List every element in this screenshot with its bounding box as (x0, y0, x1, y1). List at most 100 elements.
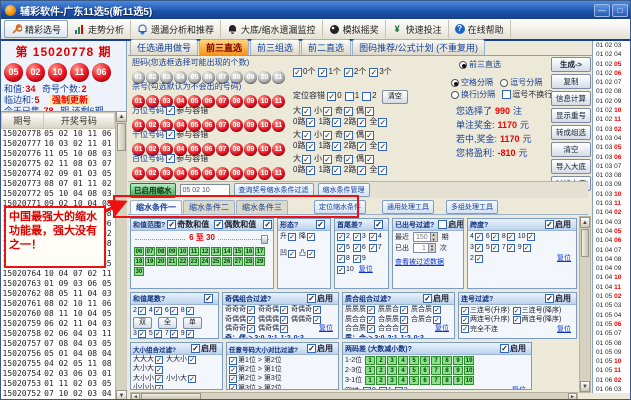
ratio-link-0:3[interactable]: 0:3 (414, 335, 424, 339)
result-combination[interactable]: 01 05 04 (596, 311, 631, 320)
scroll-down-icon[interactable]: ▼ (580, 381, 590, 392)
value-cell-9[interactable]: 9 (453, 376, 463, 385)
scroll-up-icon[interactable]: ▲ (580, 217, 590, 228)
show-duplicates-button[interactable]: 显示重号 (551, 108, 591, 123)
checkbox-enable[interactable]: 启用 (438, 219, 464, 230)
checkbox-1路[interactable]: 1路 (318, 164, 340, 176)
lottery-ball-09[interactable]: 09 (244, 167, 257, 180)
value-cell-5[interactable]: 5 (409, 376, 419, 385)
import-pool-button[interactable]: 导入大底 (551, 159, 591, 174)
value-cell-4[interactable]: 4 (398, 376, 408, 385)
result-combination[interactable]: 01 04 02 (596, 208, 631, 217)
checkbox-1[interactable]: 1 (379, 386, 392, 390)
checkbox-第2位 > 第3位[interactable]: 第2位 > 第3位 (229, 374, 282, 383)
reset-link[interactable]: 复位 (435, 325, 449, 334)
checkbox-0路[interactable]: 0路 (293, 116, 315, 128)
lottery-ball-02[interactable]: 02 (146, 167, 159, 180)
value-cell-26[interactable]: 26 (222, 257, 232, 266)
checkbox-全[interactable]: 全 (369, 164, 387, 176)
value-cell-17[interactable]: 17 (255, 247, 265, 256)
value-cell-09[interactable]: 09 (167, 247, 177, 256)
checkbox-3[interactable]: 3 (133, 329, 146, 339)
toolbar-button-online-help[interactable]: ? 在线帮助 (449, 20, 511, 38)
shrink-enabled-button[interactable]: 已启用缩水 (130, 183, 176, 198)
value-cell-7[interactable]: 7 (431, 366, 441, 375)
result-combination[interactable]: 01 05 10 (596, 357, 631, 366)
value-cell-18[interactable]: 18 (134, 257, 144, 266)
lottery-ball-07[interactable]: 07 (216, 95, 229, 108)
checkbox-三连号(升序)[interactable]: 三连号(升序) (461, 306, 510, 315)
ratio-link-1:2[interactable]: 1:2 (401, 335, 411, 339)
checkbox-合质质[interactable]: 合质质 (378, 316, 408, 325)
draw-history-row[interactable]: 1502077611 05 10 08 03 (2, 149, 115, 159)
maximize-button[interactable]: □ (612, 4, 628, 17)
scroll-down-icon[interactable]: ▼ (116, 390, 127, 400)
draw-history-row[interactable]: 1502077205 10 04 08 03 (2, 189, 115, 199)
lottery-ball-11[interactable]: 11 (272, 119, 285, 132)
checkbox-3个[interactable]: 3个 (369, 66, 391, 78)
checkbox-奇偶奇[interactable]: 奇偶奇 (291, 306, 321, 315)
checkbox-7[interactable]: 7 (165, 329, 178, 339)
lottery-ball-10[interactable]: 10 (258, 143, 271, 156)
checkbox-4[interactable]: 4 (369, 232, 382, 242)
value-cell-23[interactable]: 23 (189, 257, 199, 266)
clear-kill-button[interactable]: 清空 (382, 90, 408, 104)
checkbox-enable[interactable]: 启用 (545, 219, 571, 230)
tab-shrink-condition-2[interactable]: 缩水条件二 (183, 200, 235, 214)
odd-button[interactable]: 单 (183, 317, 202, 329)
checkbox-大小大[interactable]: 大小大 (133, 365, 163, 374)
checkbox-0[interactable]: 0 (363, 386, 376, 390)
lottery-ball-08[interactable]: 08 (230, 95, 243, 108)
lottery-ball-03[interactable]: 03 (160, 167, 173, 180)
checkbox-两连号(降序)[interactable]: 两连号(降序) (513, 315, 562, 324)
draw-history-row[interactable]: 1502077402 09 01 03 05 (2, 169, 115, 179)
value-cell-10[interactable]: 10 (178, 247, 188, 256)
checkbox-第3位 > 第2位[interactable]: 第3位 > 第2位 (229, 384, 282, 390)
checkbox-even-sum[interactable]: 偶数和值 (214, 219, 256, 230)
value-cell-3[interactable]: 3 (387, 376, 397, 385)
result-combination[interactable]: 01 02 03 (596, 41, 631, 50)
sum-range-slider[interactable]: 6 至 30 (135, 233, 269, 246)
checkbox-三连号(降序)[interactable]: 三连号(降序) (513, 306, 562, 315)
checkbox-1路[interactable]: 1路 (318, 140, 340, 152)
checkbox-0路[interactable]: 0路 (293, 140, 315, 152)
scroll-thumb[interactable] (581, 229, 589, 257)
checkbox-合合质[interactable]: 合合质 (345, 325, 375, 334)
value-cell-13[interactable]: 13 (211, 247, 221, 256)
draw-history-row[interactable]: 1502076410 04 07 02 11 (2, 269, 115, 279)
result-combination[interactable]: 01 03 10 (596, 190, 631, 199)
draw-history-row[interactable]: 1502075402 03 06 03 01 (2, 369, 115, 379)
value-cell-8[interactable]: 8 (442, 376, 452, 385)
checkbox-全[interactable]: 全 (369, 140, 387, 152)
checkbox-enable[interactable] (204, 294, 213, 303)
shrink-numbers-input[interactable]: 05 02 10 (180, 184, 230, 196)
result-combination[interactable]: 01 03 11 (596, 199, 631, 208)
tab-front2-direct[interactable]: 前二直选 (301, 39, 351, 55)
lottery-ball-01[interactable]: 01 (132, 167, 145, 180)
lottery-ball-06[interactable]: 06 (202, 167, 215, 180)
result-combination[interactable]: 01 05 07 (596, 329, 631, 338)
checkbox-enable[interactable]: 启用 (191, 343, 217, 354)
value-cell-30[interactable]: 30 (134, 267, 144, 276)
checkbox-偶偶奇[interactable]: 偶偶奇 (291, 316, 321, 325)
draw-history-row[interactable]: 1502075707 08 04 03 05 (2, 339, 115, 349)
checkbox-enable[interactable] (374, 220, 383, 229)
result-combination[interactable]: 01 02 05 (596, 60, 631, 69)
checkbox-偶偶偶[interactable]: 偶偶偶 (258, 316, 288, 325)
value-cell-21[interactable]: 21 (167, 257, 177, 266)
value-cell-19[interactable]: 19 (145, 257, 155, 266)
result-combination[interactable]: 01 02 09 (596, 97, 631, 106)
generate-button[interactable]: 生成-> (551, 57, 591, 72)
checkbox-升[interactable]: 升 (280, 232, 296, 242)
scroll-left-icon[interactable]: ◄ (131, 393, 140, 400)
result-combination[interactable]: 01 04 07 (596, 246, 631, 255)
checkbox-6[interactable]: 6 (486, 232, 499, 242)
checkbox-奇奇奇[interactable]: 奇奇奇 (225, 306, 255, 315)
checkbox-enable[interactable] (316, 220, 325, 229)
tab-shrink-condition-3[interactable]: 缩水条件三 (236, 200, 288, 214)
value-cell-5[interactable]: 5 (409, 366, 419, 375)
checkbox-质合合[interactable]: 质合合 (345, 316, 375, 325)
draw-history-row[interactable]: 1502077308 07 01 11 02 (2, 179, 115, 189)
checkbox-8[interactable]: 8 (181, 306, 194, 316)
checkbox-1个[interactable]: 1个 (318, 66, 340, 78)
